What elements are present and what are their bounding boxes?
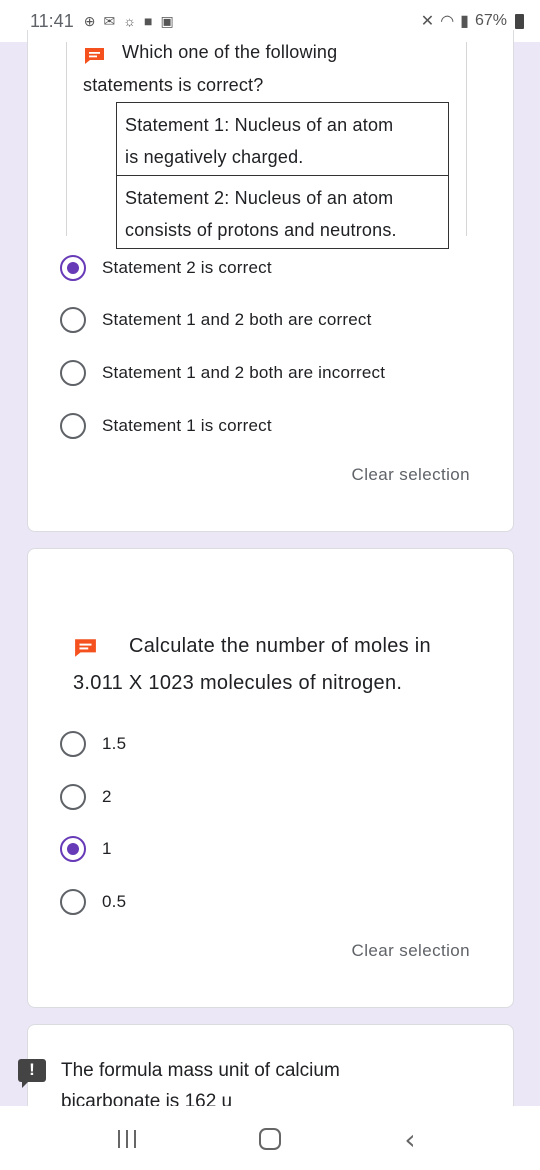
q2-option-3-label: 1	[102, 839, 112, 858]
video-icon: ■	[144, 13, 153, 29]
battery-icon	[515, 13, 524, 29]
radio-checked-icon[interactable]	[60, 255, 86, 281]
q1-option-3[interactable]: Statement 1 and 2 both are incorrect	[60, 358, 385, 388]
statement-1-line-1: Statement 1: Nucleus of an atom	[125, 115, 394, 135]
q1-option-4[interactable]: Statement 1 is correct	[60, 411, 272, 441]
add-circle-icon: ⊕	[83, 12, 96, 29]
q1-option-4-label: Statement 1 is correct	[102, 416, 272, 435]
statement-2-line-1: Statement 2: Nucleus of an atom	[125, 188, 394, 208]
statement-1-line-2: is negatively charged.	[125, 147, 304, 167]
q2-option-3[interactable]: 1	[60, 834, 112, 864]
comment-icon	[85, 48, 104, 64]
question-3-title: The formula mass unit of calcium	[61, 1060, 340, 1081]
weather-icon: ☼	[123, 13, 137, 29]
statement-2-cell: Statement 2: Nucleus of an atom consists…	[117, 175, 448, 248]
question-2-title: Calculate the number of moles in	[129, 635, 431, 657]
status-time: 11:41	[30, 10, 74, 31]
comment-icon	[75, 639, 96, 657]
question-1-title: Which one of the following	[122, 42, 338, 62]
home-icon[interactable]	[255, 1124, 285, 1154]
radio-checked-icon[interactable]	[60, 836, 86, 862]
q2-option-2[interactable]: 2	[60, 782, 112, 812]
radio-unchecked-icon[interactable]	[60, 360, 86, 386]
back-icon[interactable]: ‹	[398, 1123, 422, 1156]
mute-icon: ✕	[420, 13, 435, 30]
q2-option-4[interactable]: 0.5	[60, 887, 126, 917]
radio-unchecked-icon[interactable]	[60, 413, 86, 439]
q1-option-1[interactable]: Statement 2 is correct	[60, 253, 272, 283]
radio-unchecked-icon[interactable]	[60, 307, 86, 333]
question-3-title-cont: bicarbonate is 162 u	[61, 1091, 233, 1106]
question-2-title-cont: 3.011 X 1023 molecules of nitrogen.	[73, 672, 403, 694]
image-icon: ▣	[160, 12, 174, 29]
statements-table: Statement 1: Nucleus of an atom is negat…	[116, 102, 449, 249]
q1-option-3-label: Statement 1 and 2 both are incorrect	[102, 363, 386, 382]
q2-option-1-label: 1.5	[102, 734, 127, 753]
wifi-icon: ◠	[440, 13, 455, 30]
statement-1-cell: Statement 1: Nucleus of an atom is negat…	[117, 103, 448, 175]
q1-option-1-label: Statement 2 is correct	[102, 258, 272, 277]
battery-percent: 67%	[474, 12, 507, 29]
radio-unchecked-icon[interactable]	[60, 784, 86, 810]
feedback-alert-icon	[18, 1059, 46, 1088]
statement-2-line-2: consists of protons and neutrons.	[125, 220, 397, 240]
question-1-title-cont: statements is correct?	[83, 75, 264, 95]
radio-unchecked-icon[interactable]	[60, 889, 86, 915]
navigation-bar: ‹	[0, 1106, 540, 1170]
recent-apps-icon[interactable]	[112, 1124, 142, 1154]
q1-option-2[interactable]: Statement 1 and 2 both are correct	[60, 305, 372, 335]
question-card-2	[27, 548, 514, 1008]
clear-selection-button-1[interactable]: Clear selection	[352, 465, 470, 485]
clear-selection-button-2[interactable]: Clear selection	[352, 941, 470, 961]
q2-option-4-label: 0.5	[102, 892, 127, 911]
notification-icon: ✉	[103, 12, 116, 29]
q1-option-2-label: Statement 1 and 2 both are correct	[102, 310, 372, 329]
q2-option-1[interactable]: 1.5	[60, 729, 126, 759]
radio-unchecked-icon[interactable]	[60, 731, 86, 757]
signal-icon: ▮	[460, 13, 469, 30]
q2-option-2-label: 2	[102, 787, 112, 806]
